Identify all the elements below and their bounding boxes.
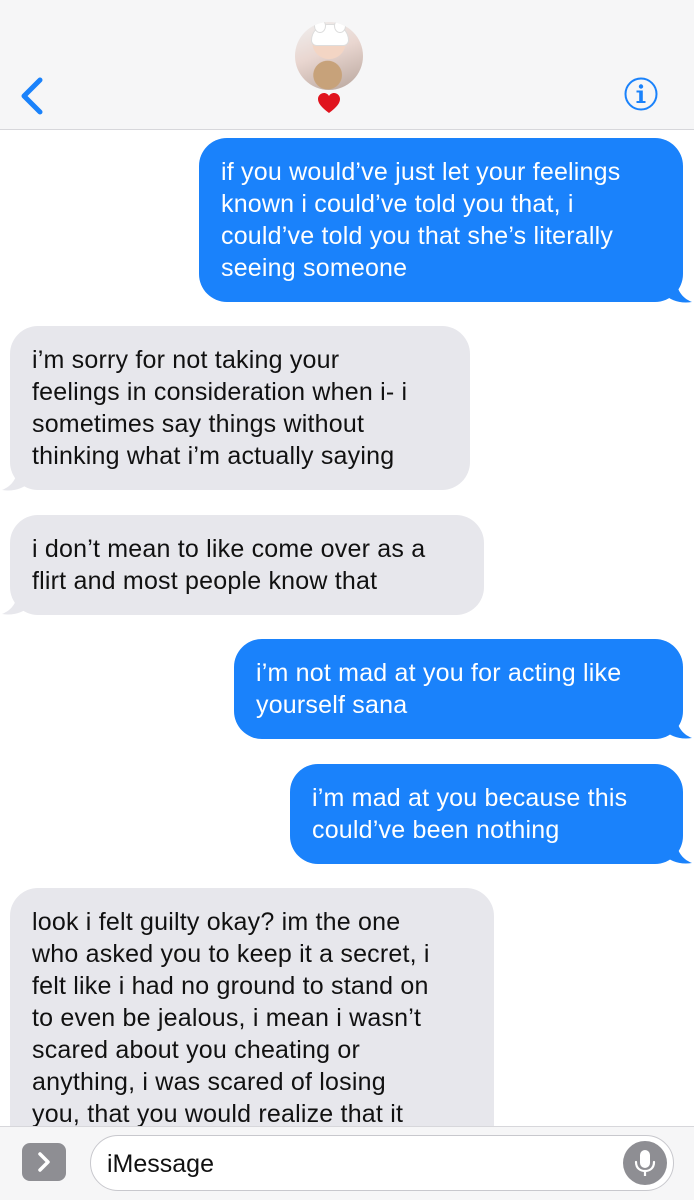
chevron-right-icon bbox=[38, 1152, 50, 1172]
microphone-icon bbox=[634, 1150, 656, 1176]
contact-avatar[interactable] bbox=[295, 22, 363, 90]
info-icon[interactable] bbox=[624, 77, 658, 111]
bubble-tail bbox=[2, 588, 32, 615]
bubble-tail bbox=[662, 276, 692, 303]
input-placeholder: iMessage bbox=[107, 1150, 214, 1178]
bubble-tail bbox=[662, 712, 692, 739]
bubble-tail bbox=[2, 464, 32, 491]
message-bubble-sent[interactable]: i’m mad at you because this could’ve bee… bbox=[290, 764, 683, 864]
apps-expand-button[interactable] bbox=[22, 1143, 66, 1181]
conversation-header bbox=[0, 0, 694, 130]
message-input-bar: iMessage bbox=[0, 1126, 694, 1200]
message-bubble-received[interactable]: i’m sorry for not taking your feelings i… bbox=[10, 326, 470, 490]
heart-icon bbox=[318, 93, 340, 113]
message-bubble-sent[interactable]: if you would’ve just let your feelings k… bbox=[199, 138, 683, 302]
back-chevron-icon[interactable] bbox=[18, 76, 48, 116]
message-bubble-sent[interactable]: i’m not mad at you for acting like yours… bbox=[234, 639, 683, 739]
contact-name-emoji[interactable] bbox=[317, 92, 341, 114]
microphone-button[interactable] bbox=[623, 1141, 667, 1185]
imessage-input[interactable]: iMessage bbox=[90, 1135, 674, 1191]
message-bubble-received[interactable]: i don’t mean to like come over as a flir… bbox=[10, 515, 484, 615]
bubble-tail bbox=[662, 837, 692, 864]
avatar-hat bbox=[311, 22, 349, 46]
